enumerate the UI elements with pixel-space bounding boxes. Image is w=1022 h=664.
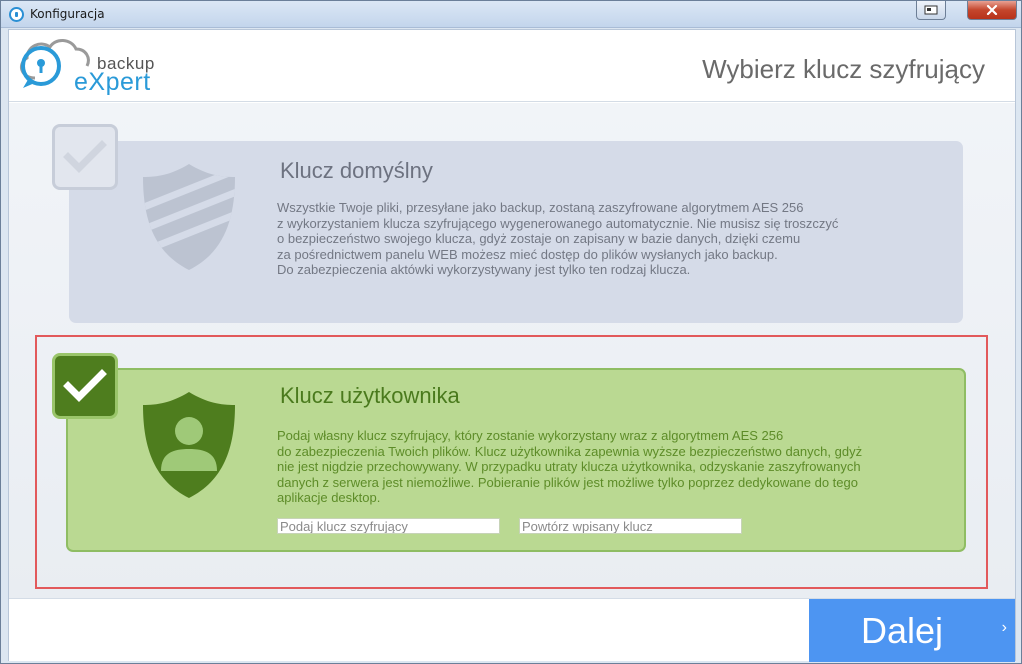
next-button-label: Dalej bbox=[860, 609, 944, 651]
check-icon bbox=[63, 140, 107, 173]
shield-stripes-icon bbox=[143, 164, 235, 270]
title-bar: Konfiguracja bbox=[1, 1, 1021, 28]
restore-button[interactable] bbox=[916, 1, 946, 20]
key-selection-content: Klucz domyślny Wszystkie Twoje pliki, pr… bbox=[9, 103, 1015, 598]
page-title: Wybierz klucz szyfrujący bbox=[702, 54, 985, 84]
close-button[interactable] bbox=[967, 1, 1017, 20]
app-icon bbox=[9, 7, 24, 22]
window-title: Konfiguracja bbox=[30, 7, 105, 21]
configuration-window: Konfiguracja backup eXpert Wybierz klucz… bbox=[0, 0, 1022, 664]
footer: Dalej › bbox=[9, 598, 1015, 662]
next-button[interactable]: Dalej › bbox=[809, 599, 1015, 662]
window-client-area: backup eXpert Wybierz klucz szyfrujący K… bbox=[8, 29, 1016, 662]
close-icon bbox=[986, 5, 998, 15]
default-key-description: Wszystkie Twoje pliki, przesyłane jako b… bbox=[277, 200, 839, 277]
backup-expert-logo: backup eXpert bbox=[13, 34, 173, 96]
restore-icon bbox=[924, 5, 938, 15]
header: backup eXpert Wybierz klucz szyfrujący bbox=[9, 30, 1015, 102]
selection-highlight bbox=[35, 335, 988, 589]
default-key-title: Klucz domyślny bbox=[280, 158, 433, 183]
chevron-right-icon: › bbox=[1001, 619, 1007, 636]
default-key-checkbox[interactable] bbox=[52, 124, 118, 190]
logo-text-expert: eXpert bbox=[74, 68, 151, 96]
